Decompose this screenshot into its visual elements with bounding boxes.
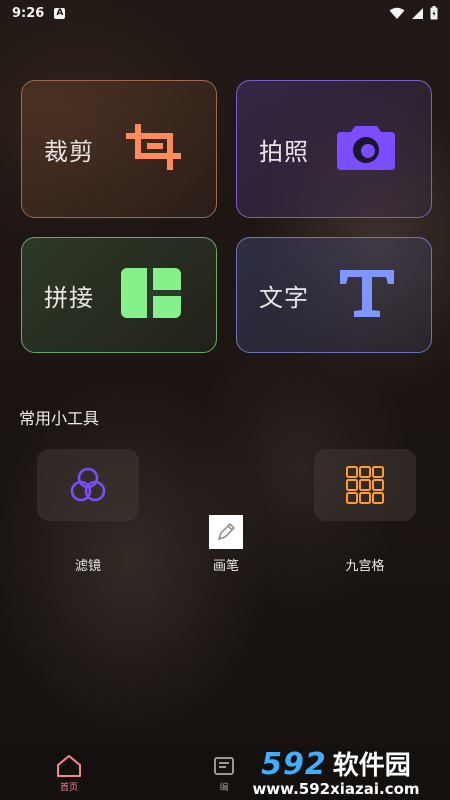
- text-T-icon: [337, 267, 397, 323]
- crop-label: 裁剪: [44, 137, 94, 166]
- status-time: 9:26: [12, 5, 45, 21]
- watermark-url: www.592xiazai.com: [252, 779, 420, 798]
- photo-card[interactable]: 拍照: [236, 80, 432, 218]
- status-icons: [389, 6, 438, 20]
- text-label: 文字: [259, 283, 309, 312]
- signal-icon: [412, 7, 423, 19]
- nav-home-label: 首页: [59, 783, 78, 793]
- crop-card[interactable]: 裁剪: [21, 80, 217, 218]
- status-bar: 9:26 A: [0, 0, 450, 26]
- collage-label: 拼接: [44, 283, 94, 312]
- grid-tool-button[interactable]: [314, 449, 416, 521]
- collage-layout-icon: [120, 267, 182, 323]
- grid-tool-label: 九宫格: [345, 559, 385, 574]
- photo-label: 拍照: [259, 137, 309, 166]
- battery-icon: [430, 6, 438, 20]
- nav-home[interactable]: 首页: [56, 754, 82, 793]
- watermark-number: 592: [261, 746, 327, 782]
- watermark-text: 软件园: [332, 750, 411, 781]
- grid-nine-icon: [346, 466, 384, 504]
- filter-tool-label: 滤镜: [74, 559, 101, 574]
- collage-card[interactable]: 拼接: [21, 237, 217, 353]
- watermark-logo: 592 软件园 www.592xiazai.com: [222, 742, 450, 800]
- crop-icon: [126, 124, 184, 174]
- filter-circles-icon: [70, 467, 106, 502]
- wifi-icon: [389, 7, 405, 19]
- notification-icon: A: [54, 7, 66, 19]
- brush-tool-label: 画笔: [212, 559, 239, 574]
- camera-icon: [335, 122, 397, 176]
- home-icon: [57, 755, 81, 777]
- text-card[interactable]: 文字: [236, 237, 432, 353]
- pencil-icon[interactable]: [209, 515, 243, 549]
- filter-tool-button[interactable]: [37, 449, 139, 521]
- tools-section-title: 常用小工具: [19, 409, 100, 428]
